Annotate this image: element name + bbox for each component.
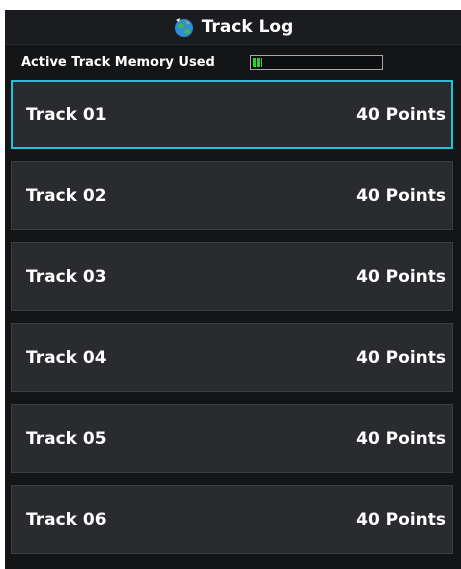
track-name: Track 04 [26, 347, 107, 368]
track-name: Track 03 [26, 266, 107, 287]
track-points: 40 Points [356, 266, 446, 287]
track-row-04[interactable]: Track 04 40 Points [11, 323, 453, 392]
memory-usage-bar [250, 55, 383, 70]
track-points: 40 Points [356, 185, 446, 206]
track-row-06[interactable]: Track 06 40 Points [11, 485, 453, 554]
track-points: 40 Points [356, 347, 446, 368]
memory-label: Active Track Memory Used [21, 54, 215, 70]
track-name: Track 06 [26, 509, 107, 530]
track-row-05[interactable]: Track 05 40 Points [11, 404, 453, 473]
track-row-03[interactable]: Track 03 40 Points [11, 242, 453, 311]
track-points: 40 Points [356, 428, 446, 449]
track-memory-row: Active Track Memory Used [5, 45, 461, 79]
globe-icon [173, 16, 195, 38]
track-points: 40 Points [356, 104, 446, 125]
track-row-02[interactable]: Track 02 40 Points [11, 161, 453, 230]
page-title: Track Log [201, 17, 294, 37]
track-points: 40 Points [356, 509, 446, 530]
track-row-01[interactable]: Track 01 40 Points [11, 80, 453, 149]
track-name: Track 05 [26, 428, 107, 449]
title-bar: Track Log [5, 10, 461, 45]
track-name: Track 02 [26, 185, 107, 206]
track-log-screen: Track Log Active Track Memory Used Track… [5, 10, 461, 569]
track-name: Track 01 [26, 104, 107, 125]
memory-usage-fill [253, 58, 262, 67]
